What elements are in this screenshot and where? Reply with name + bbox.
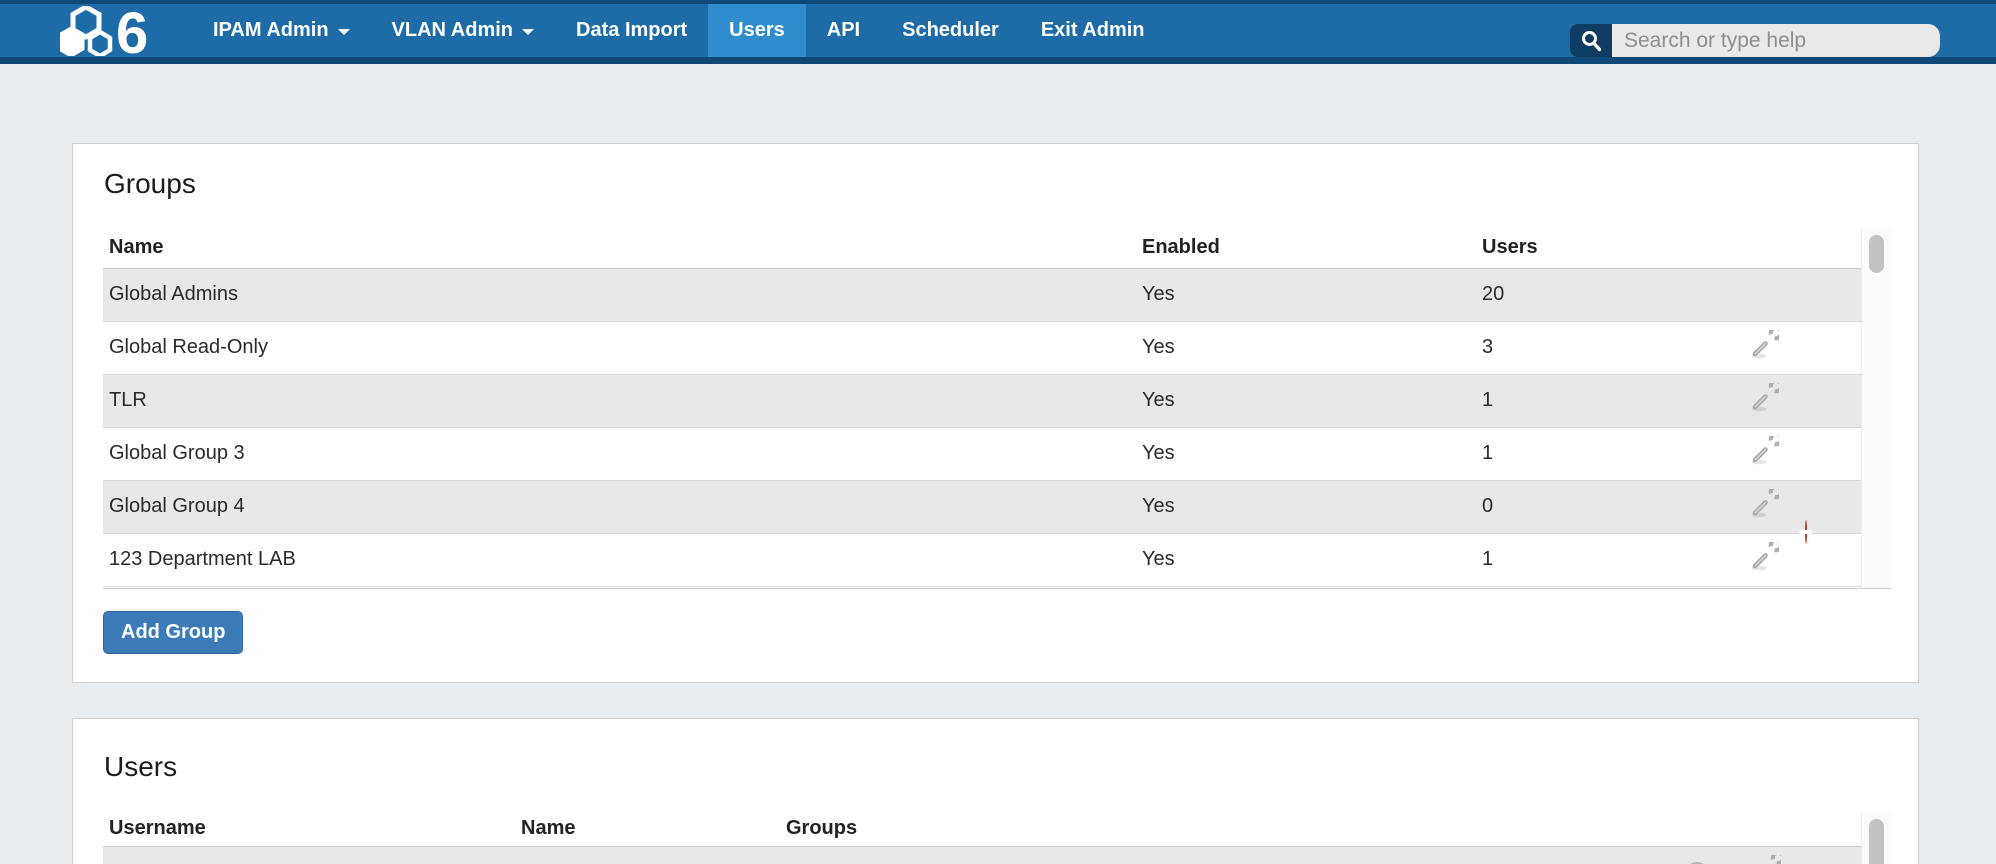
groups-panel: Groups Name Enabled Users Global Admins … xyxy=(72,143,1919,683)
column-header-name: Name xyxy=(103,229,1136,268)
wrench-icon[interactable] xyxy=(1749,436,1779,472)
scrollbar-thumb[interactable] xyxy=(1869,819,1884,864)
add-group-button[interactable]: Add Group xyxy=(103,611,243,654)
group-users-cell: 1 xyxy=(1476,533,1735,586)
groups-table-scroll-area: Name Enabled Users Global Admins Yes 20 … xyxy=(103,229,1891,589)
nav-item-data-import[interactable]: Data Import xyxy=(555,4,708,57)
group-name-cell: Global Group 3 xyxy=(103,427,1136,480)
group-name-cell: Global Read-Only xyxy=(103,321,1136,374)
wrench-icon[interactable] xyxy=(1749,383,1779,419)
caret-down-icon xyxy=(338,29,350,35)
table-row: TLR Yes 1 xyxy=(103,374,1891,427)
search-input[interactable] xyxy=(1612,24,1940,57)
groups-table: Name Enabled Users Global Admins Yes 20 … xyxy=(103,229,1891,587)
user-groups-cell xyxy=(780,846,1661,864)
caret-down-icon xyxy=(522,29,534,35)
table-row: Global Admins Yes 20 xyxy=(103,268,1891,321)
group-enabled-cell: Yes xyxy=(1136,268,1476,321)
table-row: Global Group 4 Yes 0 xyxy=(103,480,1891,533)
nav-item-scheduler[interactable]: Scheduler xyxy=(881,4,1020,57)
column-header-groups: Groups xyxy=(780,813,1661,846)
vertical-scrollbar[interactable] xyxy=(1861,813,1891,864)
page-title-users: Users xyxy=(104,751,177,783)
user-name-cell xyxy=(515,846,780,864)
nav-item-label: API xyxy=(827,19,860,42)
nav-item-label: IPAM Admin xyxy=(213,19,329,42)
users-table-scroll-area: Username Name Groups xyxy=(103,813,1891,864)
group-users-cell: 0 xyxy=(1476,480,1735,533)
wrench-icon[interactable] xyxy=(1749,542,1779,578)
table-row: Global Read-Only Yes 3 xyxy=(103,321,1891,374)
nav-item-label: Scheduler xyxy=(902,19,999,42)
table-row xyxy=(103,846,1891,864)
search-button[interactable] xyxy=(1570,24,1612,57)
wrench-icon[interactable] xyxy=(1749,489,1779,525)
svg-text:6: 6 xyxy=(116,6,148,56)
group-enabled-cell: Yes xyxy=(1136,427,1476,480)
wrench-icon[interactable] xyxy=(1751,855,1781,864)
group-users-cell: 1 xyxy=(1476,374,1735,427)
group-users-cell: 20 xyxy=(1476,268,1735,321)
group-enabled-cell: Yes xyxy=(1136,321,1476,374)
user-username-cell xyxy=(103,846,515,864)
navbar-inner: 6 IPAM Admin VLAN Admin Data Import User… xyxy=(0,4,1996,57)
nav-item-label: Users xyxy=(729,19,785,42)
column-header-name: Name xyxy=(515,813,780,846)
nav-item-label: Data Import xyxy=(576,19,687,42)
user-actions-cell xyxy=(1661,846,1891,864)
column-header-enabled: Enabled xyxy=(1136,229,1476,268)
navbar-menu: IPAM Admin VLAN Admin Data Import Users … xyxy=(192,4,1166,57)
nav-item-label: Exit Admin xyxy=(1041,19,1145,42)
vertical-scrollbar[interactable] xyxy=(1861,229,1891,588)
top-navbar: 6 IPAM Admin VLAN Admin Data Import User… xyxy=(0,0,1996,64)
search-icon xyxy=(1579,29,1603,53)
6connect-logo-icon[interactable]: 6 xyxy=(60,6,178,56)
column-header-users: Users xyxy=(1476,229,1735,268)
nav-item-ipam-admin[interactable]: IPAM Admin xyxy=(192,4,371,57)
group-name-cell: Global Group 4 xyxy=(103,480,1136,533)
table-row: Global Group 3 Yes 1 xyxy=(103,427,1891,480)
users-panel: Users Username Name Groups xyxy=(72,718,1919,864)
wrench-icon[interactable] xyxy=(1749,330,1779,366)
group-name-cell: Global Admins xyxy=(103,268,1136,321)
nav-item-vlan-admin[interactable]: VLAN Admin xyxy=(371,4,555,57)
users-table: Username Name Groups xyxy=(103,813,1891,864)
table-row: 123 Department LAB Yes 1 xyxy=(103,533,1891,586)
search-bar xyxy=(1570,24,1940,57)
group-enabled-cell: Yes xyxy=(1136,480,1476,533)
group-name-cell: 123 Department LAB xyxy=(103,533,1136,586)
group-name-cell: TLR xyxy=(103,374,1136,427)
column-header-username: Username xyxy=(103,813,515,846)
nav-item-exit-admin[interactable]: Exit Admin xyxy=(1020,4,1166,57)
page-title-groups: Groups xyxy=(104,168,196,200)
column-header-actions xyxy=(1661,813,1891,846)
users-header-row: Username Name Groups xyxy=(103,813,1891,846)
group-enabled-cell: Yes xyxy=(1136,374,1476,427)
group-users-cell: 3 xyxy=(1476,321,1735,374)
groups-header-row: Name Enabled Users xyxy=(103,229,1891,268)
nav-item-label: VLAN Admin xyxy=(392,19,513,42)
group-enabled-cell: Yes xyxy=(1136,533,1476,586)
nav-item-users[interactable]: Users xyxy=(708,4,806,57)
scrollbar-thumb[interactable] xyxy=(1869,235,1884,273)
group-users-cell: 1 xyxy=(1476,427,1735,480)
nav-item-api[interactable]: API xyxy=(806,4,881,57)
